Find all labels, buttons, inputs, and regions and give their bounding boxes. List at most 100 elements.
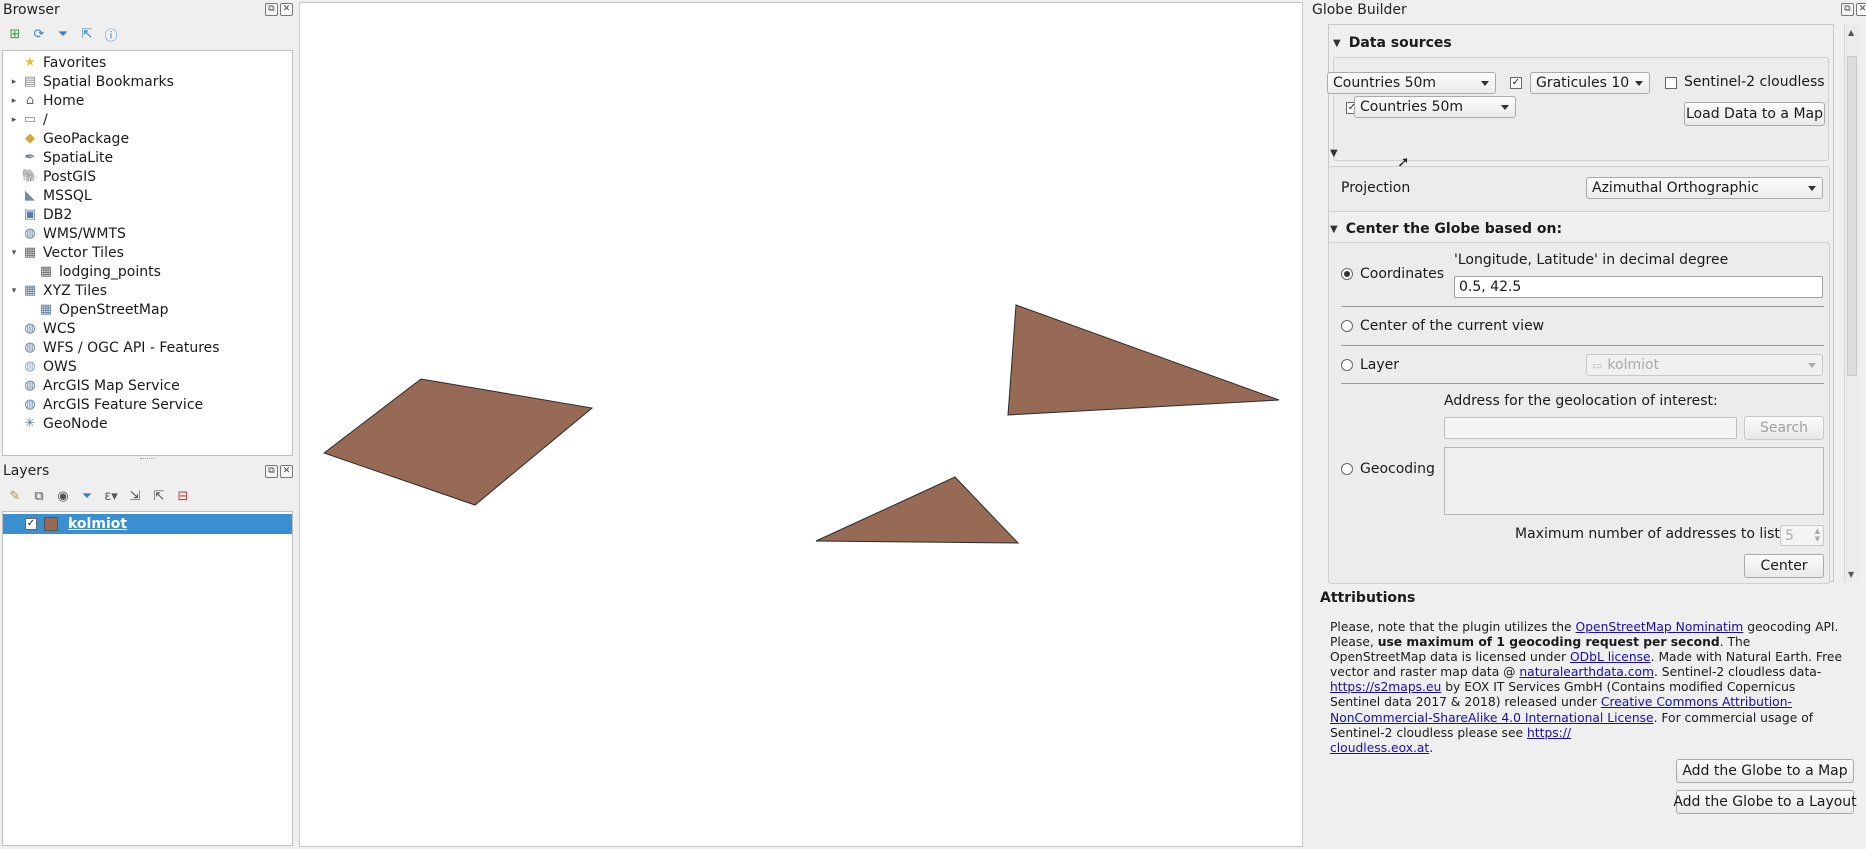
data-sources-header[interactable]: ▼ Data sources (1333, 35, 1452, 51)
browser-item[interactable]: ▸ ▭ / (7, 110, 48, 129)
float-icon[interactable]: ⧉ (265, 465, 278, 478)
collapse-triangle-icon[interactable]: ▼ (1333, 38, 1341, 49)
s2maps-link[interactable]: https://s2maps.eu (1330, 680, 1441, 694)
collapse-triangle-icon[interactable]: ▼ (1330, 224, 1338, 235)
browser-item-label: GeoPackage (43, 130, 130, 147)
browser-item[interactable]: ▸ ⌂ Home (7, 91, 85, 110)
polygon-feature[interactable] (815, 476, 1020, 544)
countries-combo[interactable]: Countries 50m (1327, 72, 1496, 94)
countries-combo[interactable]: Countries 50m (1354, 96, 1516, 118)
expanded-arrow-icon[interactable]: ▾ (7, 286, 21, 296)
browser-item[interactable]: ◆ GeoPackage (7, 129, 129, 148)
layers-tree[interactable]: ✓ kolmiot (2, 511, 293, 846)
browser-item[interactable]: ▣ DB2 (7, 205, 72, 224)
divider (1341, 345, 1824, 346)
filter-legend-icon[interactable]: ⏷ (78, 487, 96, 505)
visibility-eye-icon[interactable]: ◉ (54, 487, 72, 505)
splitter-handle[interactable] (140, 458, 154, 462)
browser-item-label: Favorites (43, 54, 107, 71)
address-input (1444, 417, 1737, 439)
layer-visibility-checkbox[interactable]: ✓ (25, 518, 37, 530)
browser-item[interactable]: ✳ GeoNode (7, 414, 108, 433)
sentinel-label[interactable]: Sentinel-2 cloudless (1684, 74, 1825, 90)
collapse-all-icon[interactable]: ⇱ (78, 25, 96, 43)
graticules-checkbox[interactable]: ✓ (1510, 77, 1522, 89)
scroll-thumb[interactable] (1847, 56, 1857, 376)
add-layer-icon[interactable]: ⊞ (6, 25, 24, 43)
add-globe-map-button[interactable]: Add the Globe to a Map (1676, 759, 1854, 783)
collapse-all-icon[interactable]: ⇱ (150, 487, 168, 505)
scroll-up-icon[interactable]: ▲ (1848, 28, 1854, 37)
globe-scrollbar[interactable]: ▲ ▼ (1844, 24, 1860, 582)
coordinates-label[interactable]: Coordinates (1360, 266, 1444, 282)
graticules-combo[interactable]: Graticules 10 (1530, 72, 1650, 94)
browser-item[interactable]: ◍ ArcGIS Feature Service (7, 395, 203, 414)
wfs-icon: ◍ (24, 340, 36, 355)
polygon-feature[interactable] (322, 378, 594, 506)
projection-combo[interactable]: Azimuthal Orthographic (1586, 177, 1823, 199)
browser-item[interactable]: ✒ SpatiaLite (7, 148, 114, 167)
browser-tree[interactable]: ★ Favorites ▸ ▤ Spatial Bookmarks ▸ ⌂ Home ▸ ▭ / ◆ G… (2, 50, 293, 456)
mssql-icon: ◣ (25, 188, 35, 203)
info-icon[interactable]: ⓘ (102, 25, 120, 44)
browser-item[interactable]: ◍ WFS / OGC API - Features (7, 338, 219, 357)
chevron-down-icon (1501, 105, 1509, 110)
sentinel-checkbox[interactable] (1665, 77, 1677, 89)
add-group-icon[interactable]: ⧉ (30, 487, 48, 505)
polygon-feature[interactable] (1007, 304, 1280, 416)
remove-layer-icon[interactable]: ⊟ (174, 487, 192, 505)
browser-item[interactable]: ▦ OpenStreetMap (23, 300, 169, 319)
browser-item[interactable]: ▾ ▦ XYZ Tiles (7, 281, 107, 300)
collapsed-arrow-icon[interactable]: ▸ (7, 115, 21, 125)
layer-label[interactable]: Layer (1360, 357, 1399, 373)
coords-hint: 'Longitude, Latitude' in decimal degree (1454, 252, 1729, 268)
add-globe-layout-button[interactable]: Add the Globe to a Layout (1673, 790, 1857, 814)
center-button[interactable]: Center (1744, 554, 1824, 578)
filter-icon[interactable]: ⏷ (54, 25, 72, 43)
browser-item[interactable]: ◍ WMS/WMTS (7, 224, 126, 243)
layer-row-kolmiot[interactable]: ✓ kolmiot (3, 514, 292, 534)
browser-item[interactable]: ▾ ▦ Vector Tiles (7, 243, 124, 262)
collapsed-arrow-icon[interactable]: ▸ (7, 96, 21, 106)
collapsed-arrow-icon[interactable]: ▸ (7, 77, 21, 87)
layer-radio[interactable] (1341, 359, 1353, 371)
attributions-text: Please, note that the plugin utilizes th… (1330, 620, 1843, 755)
projection-label: Projection (1341, 180, 1411, 196)
odbl-link[interactable]: ODbL license (1570, 650, 1651, 664)
style-brush-icon[interactable]: ✎ (6, 487, 24, 505)
geocoding-label[interactable]: Geocoding (1360, 461, 1435, 477)
layers-dock-buttons: ⧉ ✕ (265, 465, 293, 478)
center-header[interactable]: ▼ Center the Globe based on: (1330, 221, 1562, 237)
geocoding-radio[interactable] (1341, 463, 1353, 475)
browser-item[interactable]: ▦ lodging_points (23, 262, 161, 281)
browser-item[interactable]: ◣ MSSQL (7, 186, 92, 205)
close-icon[interactable]: ✕ (280, 3, 293, 16)
map-canvas[interactable] (299, 2, 1303, 847)
browser-item[interactable]: ▸ ▤ Spatial Bookmarks (7, 72, 174, 91)
cc-license-link[interactable]: Creative Commons Attribution-NonCommerci… (1330, 695, 1792, 724)
current-view-radio[interactable] (1341, 320, 1353, 332)
nominatim-link[interactable]: OpenStreetMap Nominatim (1576, 620, 1744, 634)
browser-item[interactable]: ◍ OWS (7, 357, 76, 376)
ows-globe-icon: ◍ (24, 359, 36, 374)
folder-icon: ▭ (23, 112, 37, 127)
browser-item[interactable]: ★ Favorites (7, 53, 106, 72)
float-icon[interactable]: ⧉ (265, 3, 278, 16)
current-view-label[interactable]: Center of the current view (1360, 318, 1544, 334)
browser-item-label: MSSQL (43, 187, 92, 204)
coordinates-input[interactable]: 0.5, 42.5 (1454, 276, 1823, 298)
naturalearth-link[interactable]: naturalearthdata.com (1519, 665, 1654, 679)
collapse-triangle-icon[interactable]: ▼ (1330, 148, 1338, 159)
close-icon[interactable]: ✕ (280, 465, 293, 478)
scroll-down-icon[interactable]: ▼ (1848, 570, 1854, 579)
browser-item[interactable]: ◍ WCS (7, 319, 75, 338)
expanded-arrow-icon[interactable]: ▾ (7, 248, 21, 258)
load-data-button[interactable]: Load Data to a Map (1684, 102, 1825, 126)
browser-item[interactable]: 🐘 PostGIS (7, 167, 96, 186)
eox-link[interactable]: https://cloudless.eox.at (1330, 726, 1571, 755)
expression-filter-icon[interactable]: ε▾ (102, 487, 120, 505)
coordinates-radio[interactable] (1341, 268, 1353, 280)
expand-all-icon[interactable]: ⇲ (126, 487, 144, 505)
browser-item[interactable]: ◍ ArcGIS Map Service (7, 376, 179, 395)
refresh-icon[interactable]: ⟳ (30, 25, 48, 43)
